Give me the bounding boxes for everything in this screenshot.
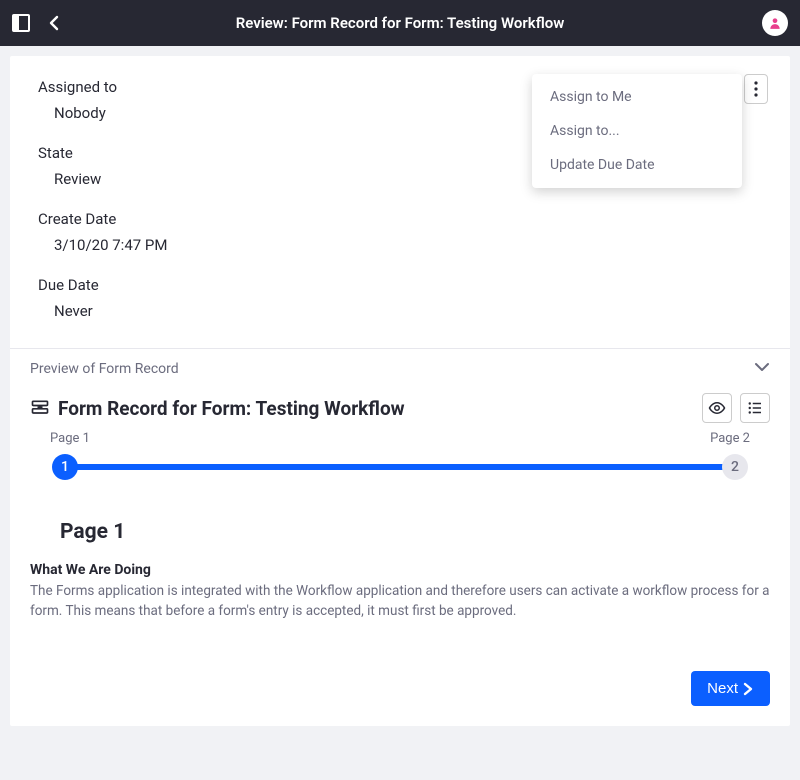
pager-label-1: Page 1: [50, 431, 90, 446]
preview-header-label: Preview of Form Record: [30, 361, 179, 377]
page-heading: Page 1: [60, 520, 770, 544]
form-icon: [30, 398, 50, 418]
collapse-preview-button[interactable]: [754, 361, 770, 377]
assign-to-item[interactable]: Assign to...: [532, 114, 742, 148]
view-button[interactable]: [702, 393, 732, 423]
list-button[interactable]: [740, 393, 770, 423]
pager-track: [64, 464, 736, 470]
section-body: The Forms application is integrated with…: [30, 582, 770, 621]
form-title: Form Record for Form: Testing Workflow: [58, 397, 405, 420]
due-date-value: Never: [38, 302, 762, 320]
due-date-label: Due Date: [38, 276, 762, 294]
assign-to-me-item[interactable]: Assign to Me: [532, 80, 742, 114]
kebab-icon: [754, 81, 758, 97]
next-button[interactable]: Next: [691, 671, 770, 706]
user-avatar[interactable]: [762, 10, 788, 36]
chevron-right-icon: [742, 682, 754, 696]
create-date-value: 3/10/20 7:47 PM: [38, 236, 762, 254]
next-button-label: Next: [707, 680, 738, 697]
pager-step-1[interactable]: 1: [52, 454, 78, 480]
eye-icon: [708, 399, 726, 417]
pager-step-2[interactable]: 2: [722, 454, 748, 480]
list-icon: [746, 399, 764, 417]
person-icon: [768, 16, 782, 30]
panel-toggle-icon[interactable]: [12, 14, 30, 32]
chevron-left-icon: [48, 15, 60, 31]
actions-menu-button[interactable]: [744, 74, 768, 104]
page-title: Review: Form Record for Form: Testing Wo…: [236, 14, 565, 32]
update-due-date-item[interactable]: Update Due Date: [532, 148, 742, 182]
back-button[interactable]: [48, 15, 60, 31]
pager-label-2: Page 2: [710, 431, 750, 446]
actions-dropdown: Assign to Me Assign to... Update Due Dat…: [532, 74, 742, 188]
create-date-label: Create Date: [38, 210, 762, 228]
section-heading: What We Are Doing: [30, 562, 770, 578]
chevron-down-icon: [754, 361, 770, 373]
